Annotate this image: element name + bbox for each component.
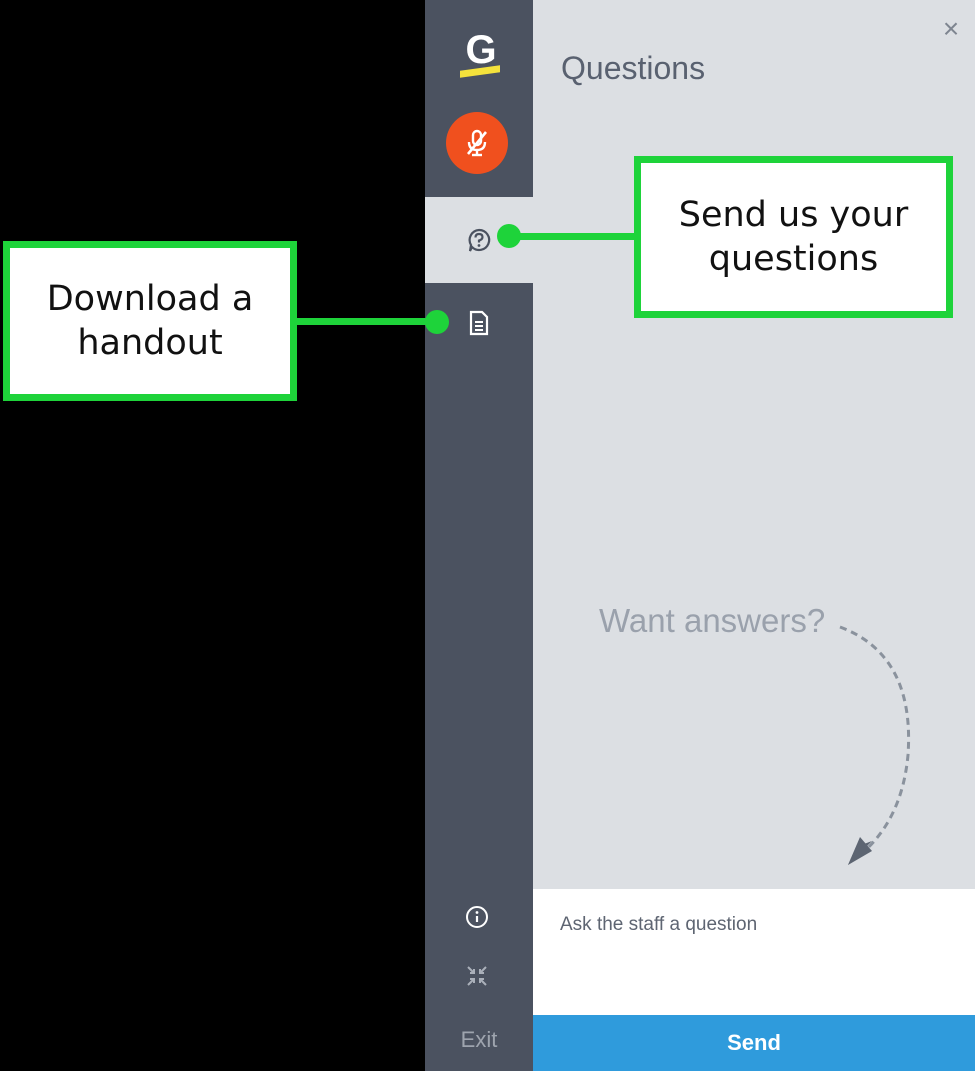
empty-state-hint: Want answers? [599, 602, 826, 639]
mic-toggle-button[interactable] [446, 112, 508, 174]
callout-dot-questions [497, 224, 521, 248]
question-input[interactable] [560, 905, 960, 945]
shrink-icon [467, 966, 487, 986]
callout-download-handout: Download a handout [3, 241, 297, 401]
callout-send-questions: Send us your questions [634, 156, 953, 318]
document-icon [469, 310, 489, 336]
gotowebinar-logo: G [458, 28, 504, 80]
exit-button[interactable]: Exit [425, 1020, 533, 1060]
question-bubble-icon [468, 228, 491, 252]
info-icon [466, 906, 488, 928]
close-button[interactable]: × [936, 14, 966, 44]
panel-title: Questions [561, 50, 706, 86]
mic-muted-icon [466, 129, 488, 157]
shrink-button[interactable] [461, 960, 493, 992]
callout-connector-questions [510, 233, 634, 240]
info-button[interactable] [461, 901, 493, 933]
logo-letter: G [465, 28, 497, 72]
callout-connector-handout [297, 318, 437, 325]
callout-dot-handout [425, 310, 449, 334]
send-button[interactable]: Send [533, 1015, 975, 1071]
dashed-arrow-icon [839, 625, 911, 865]
